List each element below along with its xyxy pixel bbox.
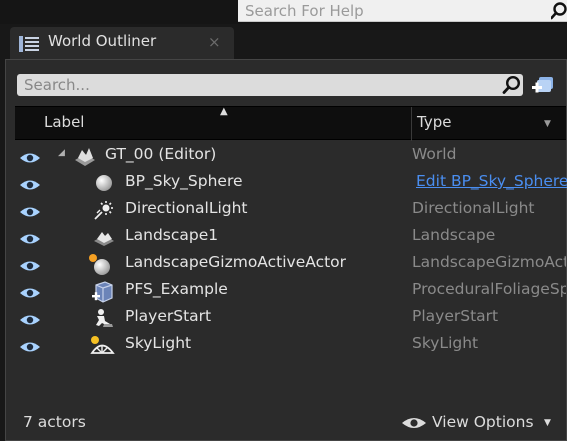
- visibility-eye-icon[interactable]: [19, 149, 41, 168]
- eye-icon: [401, 415, 427, 434]
- sky-light-icon: [89, 334, 115, 356]
- actor-row-player-start[interactable]: PlayerStart PlayerStart: [15, 304, 566, 331]
- tab-title: World Outliner: [48, 32, 157, 50]
- visibility-eye-icon[interactable]: [19, 176, 41, 195]
- foliage-volume-icon: [91, 280, 113, 303]
- view-options-label: View Options: [432, 413, 534, 431]
- actor-label: SkyLight: [125, 334, 192, 352]
- actor-label: GT_00 (Editor): [105, 145, 217, 163]
- actor-label: PlayerStart: [125, 307, 212, 325]
- visibility-eye-icon[interactable]: [19, 203, 41, 222]
- world-icon: [73, 145, 95, 167]
- outliner-search-input[interactable]: [24, 74, 492, 96]
- actor-label: DirectionalLight: [125, 199, 248, 217]
- gizmo-icon: [87, 253, 110, 275]
- directional-light-icon: [93, 199, 115, 221]
- search-icon[interactable]: [550, 1, 567, 21]
- actor-type: ProceduralFoliageSpawner: [412, 280, 566, 298]
- sphere-icon: [93, 172, 115, 194]
- actor-row-sky-light[interactable]: SkyLight SkyLight: [15, 331, 566, 358]
- actor-type: SkyLight: [412, 334, 479, 352]
- landscape-icon: [93, 226, 115, 248]
- world-outliner-panel: Label ▲ Type ▼ ◢ GT_00 (Editor) World: [5, 59, 567, 441]
- visibility-eye-icon[interactable]: [19, 311, 41, 330]
- visibility-eye-icon[interactable]: [19, 230, 41, 249]
- actor-row-landscape-gizmo[interactable]: LandscapeGizmoActiveActor LandscapeGizmo…: [15, 250, 566, 277]
- type-column-header[interactable]: Type: [417, 113, 451, 131]
- edit-blueprint-link[interactable]: Edit BP_Sky_Sphere: [416, 172, 567, 190]
- actor-label: PFS_Example: [125, 280, 228, 298]
- expand-arrow-icon[interactable]: ◢: [58, 148, 65, 158]
- help-search-box[interactable]: [238, 0, 567, 22]
- close-icon[interactable]: ×: [208, 33, 221, 51]
- sort-ascending-icon: ▲: [220, 106, 228, 117]
- tab-world-outliner[interactable]: World Outliner ×: [10, 27, 234, 59]
- actor-row-world[interactable]: ◢ GT_00 (Editor) World: [15, 142, 566, 169]
- actor-row-landscape1[interactable]: Landscape1 Landscape: [15, 223, 566, 250]
- visibility-eye-icon[interactable]: [19, 284, 41, 303]
- column-header: Label ▲ Type ▼: [15, 106, 566, 141]
- visibility-eye-icon[interactable]: [19, 338, 41, 357]
- actor-row-pfs-example[interactable]: PFS_Example ProceduralFoliageSpawner: [15, 277, 566, 304]
- actor-type: DirectionalLight: [412, 199, 535, 217]
- search-icon[interactable]: [501, 75, 521, 99]
- label-column-header[interactable]: Label: [44, 113, 84, 131]
- actor-type: PlayerStart: [412, 307, 499, 325]
- chevron-down-icon[interactable]: ▼: [544, 119, 551, 129]
- actor-label: BP_Sky_Sphere: [125, 172, 243, 190]
- actor-type: Landscape: [412, 226, 496, 244]
- outliner-search-box[interactable]: [17, 74, 523, 96]
- actor-count: 7 actors: [23, 413, 86, 431]
- actor-label: LandscapeGizmoActiveActor: [125, 253, 347, 271]
- create-folder-icon[interactable]: [530, 74, 556, 96]
- actor-type: World: [412, 145, 457, 163]
- actor-row-directional-light[interactable]: DirectionalLight DirectionalLight: [15, 196, 566, 223]
- column-divider[interactable]: [411, 107, 412, 141]
- outliner-list-icon: [19, 36, 39, 56]
- actor-row-bp-sky-sphere[interactable]: BP_Sky_Sphere Edit BP_Sky_Sphere: [15, 169, 567, 196]
- visibility-eye-icon[interactable]: [19, 257, 41, 276]
- chevron-down-icon: ▼: [544, 418, 551, 428]
- outliner-footer: 7 actors View Options ▼: [6, 398, 566, 440]
- player-start-icon: [93, 307, 115, 329]
- actor-label: Landscape1: [125, 226, 219, 244]
- actor-type: LandscapeGizmoActiveActor: [412, 253, 566, 271]
- help-search-input[interactable]: [245, 0, 535, 22]
